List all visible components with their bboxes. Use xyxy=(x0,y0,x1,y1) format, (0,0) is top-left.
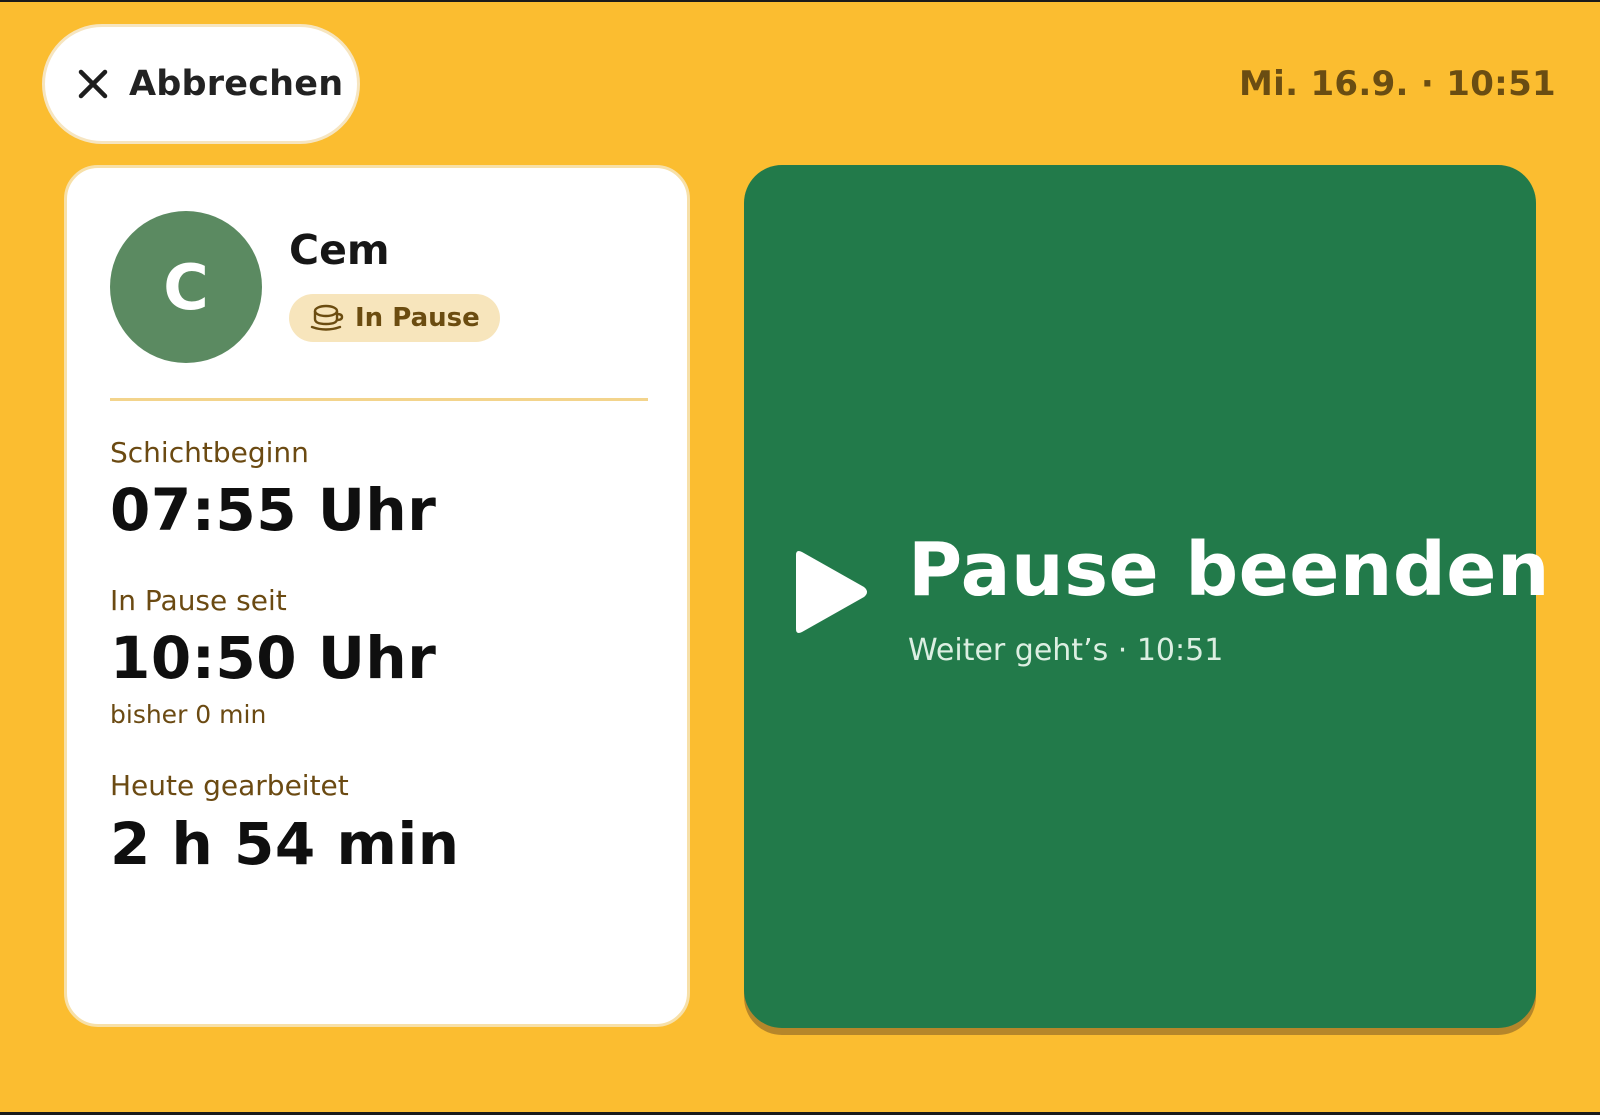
pause-since-value: 10:50 Uhr xyxy=(110,624,437,692)
status-badge: In Pause xyxy=(289,294,500,342)
worked-today-label: Heute gearbeitet xyxy=(110,769,349,802)
cancel-button[interactable]: Abbrechen xyxy=(42,24,360,144)
shift-start-label: Schichtbeginn xyxy=(110,436,309,469)
coffee-cup-icon xyxy=(309,303,345,333)
cancel-button-label: Abbrechen xyxy=(129,64,344,104)
avatar: C xyxy=(110,211,262,363)
shift-start-value: 07:55 Uhr xyxy=(110,476,437,544)
pause-since-label: In Pause seit xyxy=(110,584,287,617)
kiosk-screen: Abbrechen Mi. 16.9. · 10:51 C Cem In Pau… xyxy=(0,0,1600,1115)
play-icon xyxy=(786,547,872,637)
date-time-display: Mi. 16.9. · 10:51 xyxy=(1239,64,1556,104)
end-pause-subtitle: Weiter geht’s · 10:51 xyxy=(908,633,1224,668)
employee-name: Cem xyxy=(289,226,390,274)
end-pause-title: Pause beenden xyxy=(908,527,1550,613)
avatar-initial: C xyxy=(163,250,209,324)
end-pause-button[interactable]: Pause beenden Weiter geht’s · 10:51 xyxy=(744,165,1550,1028)
close-icon xyxy=(75,66,111,102)
status-badge-label: In Pause xyxy=(355,303,480,333)
pause-duration: bisher 0 min xyxy=(110,700,267,729)
employee-info-card: C Cem In Pause Schichtbeginn 07:55 Uhr I… xyxy=(64,165,690,1027)
worked-today-value: 2 h 54 min xyxy=(110,810,460,878)
divider xyxy=(110,398,648,401)
